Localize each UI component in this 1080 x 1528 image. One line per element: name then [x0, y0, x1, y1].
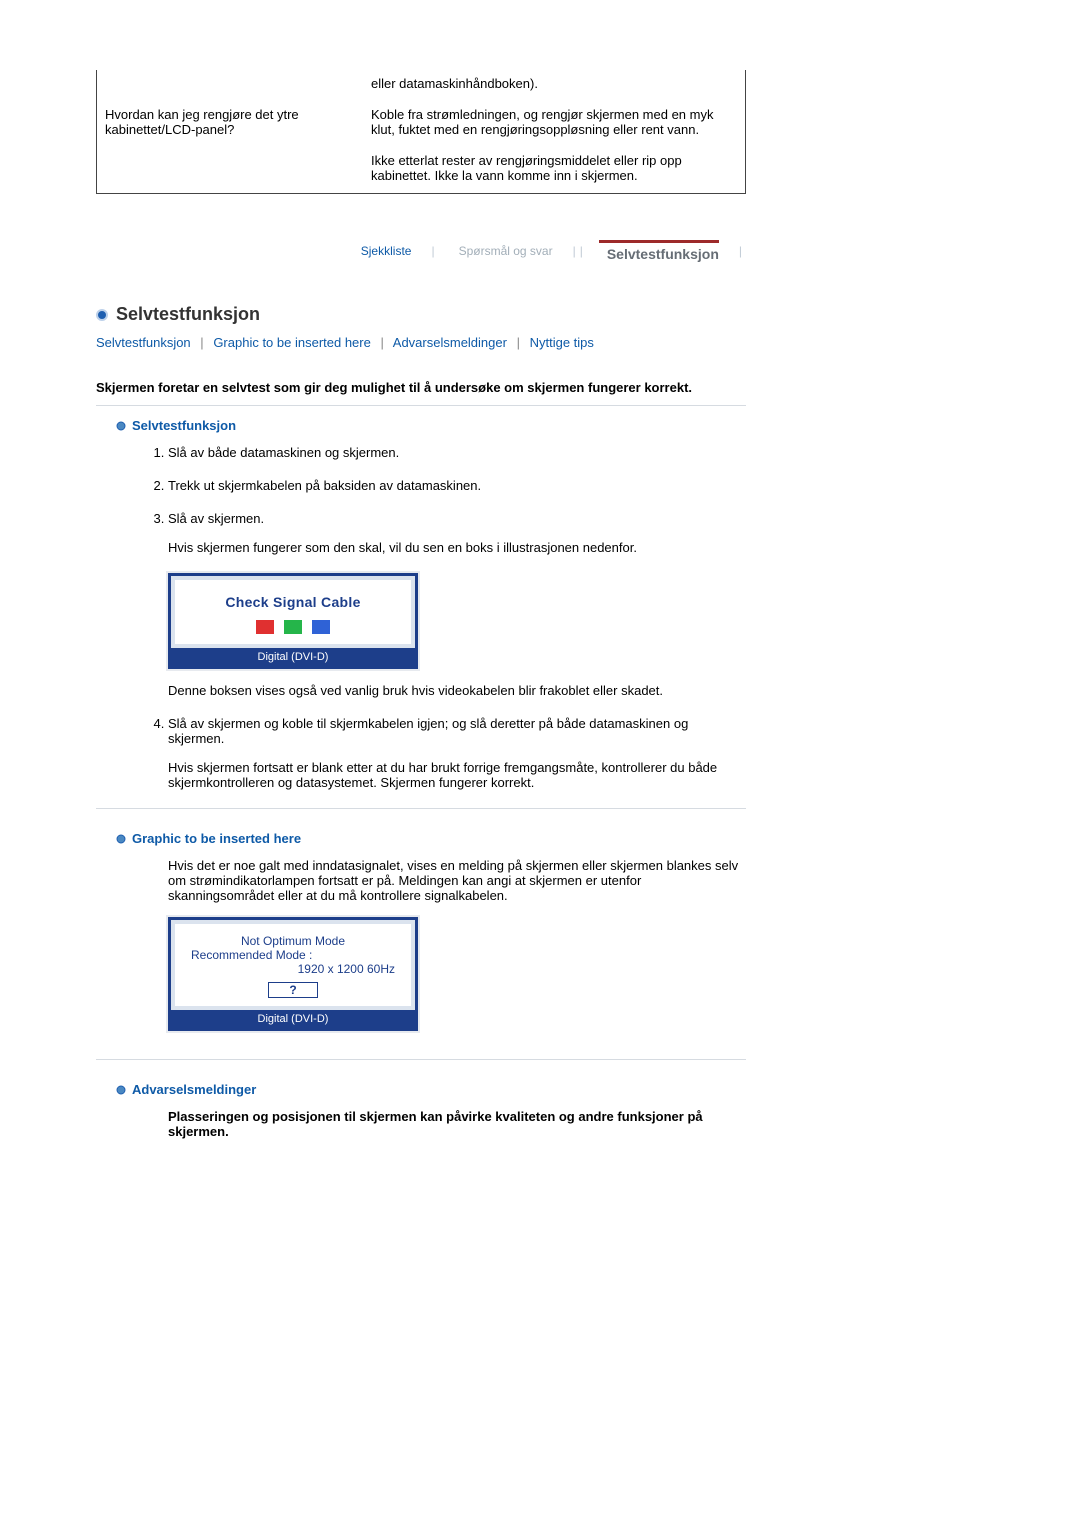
tab-separator: |: [431, 244, 438, 258]
link-separator: |: [200, 335, 203, 350]
section-title: Selvtestfunksjon: [116, 304, 260, 325]
step-2-text: Trekk ut skjermkabelen på baksiden av da…: [168, 478, 481, 493]
graphic-para: Hvis det er noe galt med inndatasignalet…: [168, 858, 746, 903]
tab-active-wrap: Selvtestfunksjon: [607, 240, 719, 262]
qa-answer-text: eller datamaskinhåndboken).: [371, 76, 737, 91]
red-square-icon: [256, 620, 274, 634]
graphic-block: Hvis det er noe galt med inndatasignalet…: [168, 858, 746, 1031]
circle-icon: [96, 309, 108, 321]
qa-question-2: Hvordan kan jeg rengjøre det ytre kabine…: [97, 101, 363, 193]
step-3: Slå av skjermen. Hvis skjermen fungerer …: [168, 511, 746, 698]
tab-separator: |: [739, 244, 746, 258]
subhead-label: Selvtestfunksjon: [132, 418, 236, 433]
qa-table: eller datamaskinhåndboken). Hvordan kan …: [96, 70, 746, 194]
section-intro: Skjermen foretar en selvtest som gir deg…: [96, 380, 746, 395]
tab-selftest[interactable]: Selvtestfunksjon: [607, 246, 719, 262]
divider: [96, 405, 746, 406]
subhead-warnings: Advarselsmeldinger: [116, 1082, 746, 1097]
bullet-icon: [116, 834, 126, 844]
subhead-label: Graphic to be inserted here: [132, 831, 301, 846]
step-1-text: Slå av både datamaskinen og skjermen.: [168, 445, 399, 460]
bullet-icon: [116, 1085, 126, 1095]
divider: [96, 1059, 746, 1060]
step-4-text: Slå av skjermen og koble til skjermkabel…: [168, 716, 688, 746]
qa-answer-2-p1: Koble fra strømledningen, og rengjør skj…: [371, 107, 737, 137]
bullet-icon: [116, 421, 126, 431]
warnings-para: Plasseringen og posisjonen til skjermen …: [168, 1109, 746, 1139]
not-optimum-line3: 1920 x 1200 60Hz: [185, 962, 395, 976]
not-optimum-footer: Digital (DVI-D): [171, 1010, 415, 1028]
link-selftest[interactable]: Selvtestfunksjon: [96, 335, 191, 350]
subhead-label: Advarselsmeldinger: [132, 1082, 256, 1097]
check-signal-title: Check Signal Cable: [183, 594, 403, 610]
qa-row-2: Hvordan kan jeg rengjøre det ytre kabine…: [97, 101, 745, 193]
link-tips[interactable]: Nyttige tips: [530, 335, 594, 350]
tab-active-indicator: [599, 240, 719, 243]
step-3-para: Hvis skjermen fungerer som den skal, vil…: [168, 540, 746, 555]
subhead-selftest: Selvtestfunksjon: [116, 418, 746, 433]
blue-square-icon: [312, 620, 330, 634]
link-separator: |: [380, 335, 383, 350]
qa-row-prev-tail: eller datamaskinhåndboken).: [97, 70, 745, 101]
section-heading: Selvtestfunksjon: [96, 304, 746, 325]
step-4-para: Hvis skjermen fortsatt er blank etter at…: [168, 760, 746, 790]
content-column: eller datamaskinhåndboken). Hvordan kan …: [96, 70, 746, 1139]
link-graphic[interactable]: Graphic to be inserted here: [213, 335, 371, 350]
step-1: Slå av både datamaskinen og skjermen.: [168, 445, 746, 460]
selftest-steps: Slå av både datamaskinen og skjermen. Tr…: [148, 445, 746, 790]
section-sublinks: Selvtestfunksjon | Graphic to be inserte…: [96, 335, 746, 350]
not-optimum-body: Not Optimum Mode Recommended Mode : 1920…: [171, 920, 415, 1010]
not-optimum-line2: Recommended Mode :: [191, 948, 401, 962]
divider: [96, 808, 746, 809]
tab-faq[interactable]: Spørsmål og svar: [459, 244, 553, 258]
page: eller datamaskinhåndboken). Hvordan kan …: [0, 0, 1080, 1199]
step-4: Slå av skjermen og koble til skjermkabel…: [168, 716, 746, 790]
qa-question-empty: [97, 70, 363, 101]
subhead-graphic: Graphic to be inserted here: [116, 831, 746, 846]
rgb-squares: [183, 620, 403, 634]
check-signal-cable-box: Check Signal Cable Digital (DVI-D): [168, 573, 418, 669]
qa-answer-2: Koble fra strømledningen, og rengjør skj…: [363, 101, 745, 193]
tab-separator: ||: [573, 244, 587, 258]
qa-answer-2-p2: Ikke etterlat rester av rengjøringsmidde…: [371, 153, 737, 183]
step-3-text: Slå av skjermen.: [168, 511, 264, 526]
step-2: Trekk ut skjermkabelen på baksiden av da…: [168, 478, 746, 493]
not-optimum-line1: Not Optimum Mode: [185, 934, 401, 948]
question-mark-box: ?: [268, 982, 318, 998]
warnings-block: Plasseringen og posisjonen til skjermen …: [168, 1109, 746, 1139]
qa-answer-prev-tail: eller datamaskinhåndboken).: [363, 70, 745, 101]
green-square-icon: [284, 620, 302, 634]
check-signal-footer: Digital (DVI-D): [171, 648, 415, 666]
tab-checklist[interactable]: Sjekkliste: [361, 244, 412, 258]
tab-bar: Sjekkliste | Spørsmål og svar || Selvtes…: [96, 240, 746, 262]
step-3-after: Denne boksen vises også ved vanlig bruk …: [168, 683, 746, 698]
not-optimum-box: Not Optimum Mode Recommended Mode : 1920…: [168, 917, 418, 1031]
link-warnings[interactable]: Advarselsmeldinger: [393, 335, 507, 350]
link-separator: |: [517, 335, 520, 350]
check-signal-body: Check Signal Cable: [171, 576, 415, 648]
